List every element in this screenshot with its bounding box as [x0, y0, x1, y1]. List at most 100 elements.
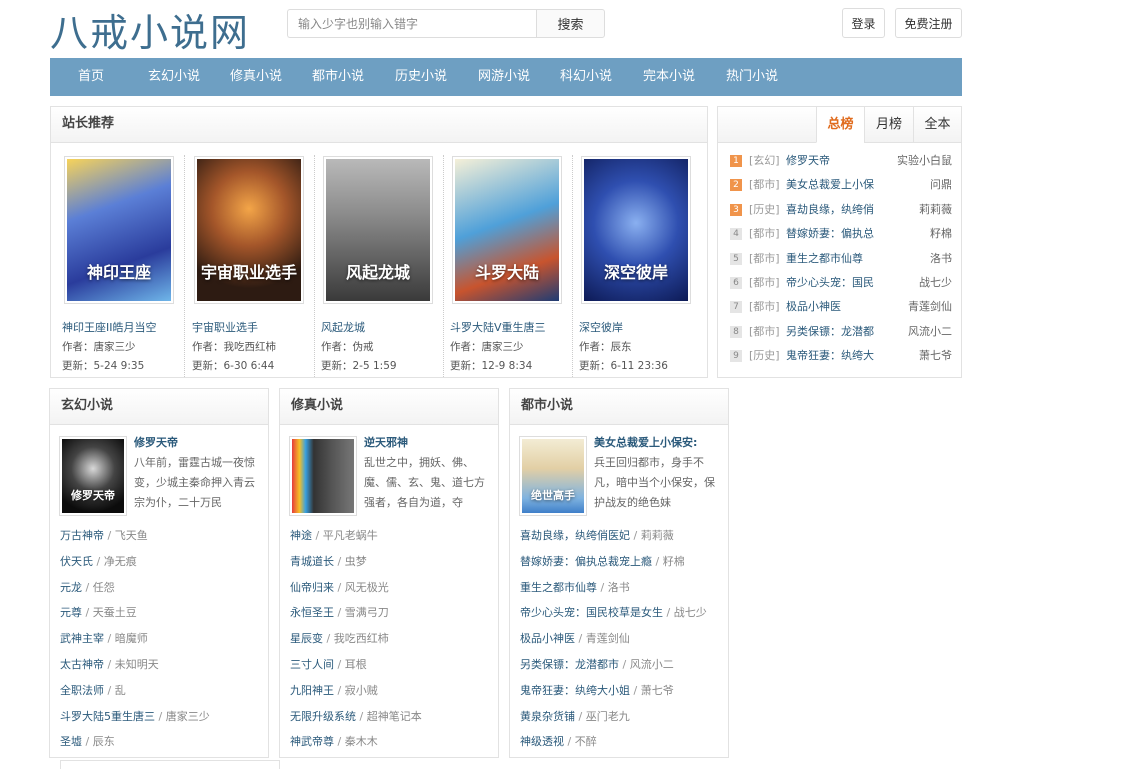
list-book-name[interactable]: 武神主宰	[60, 632, 104, 645]
list-author[interactable]: 风无极光	[345, 581, 389, 594]
list-author[interactable]: 乱	[115, 684, 126, 697]
search-input[interactable]	[287, 9, 536, 38]
list-book-name[interactable]: 另类保镖：龙潜都市	[520, 658, 619, 671]
list-book-name[interactable]: 伏天氏	[60, 555, 93, 568]
list-book-name[interactable]: 鬼帝狂妻：纨绔大小姐	[520, 684, 630, 697]
rank-row[interactable]: 2 [都市] 美女总裁爱上小保 问鼎	[730, 173, 952, 197]
rank-category[interactable]: [玄幻]	[749, 149, 780, 173]
list-author[interactable]: 莉莉薇	[641, 529, 674, 542]
rank-book-name[interactable]: 重生之都市仙尊	[786, 247, 878, 271]
rank-book-name[interactable]: 修罗天帝	[786, 149, 878, 173]
rank-author[interactable]: 实验小白鼠	[897, 149, 952, 173]
author-name[interactable]: 辰东	[611, 341, 632, 353]
list-author[interactable]: 萧七爷	[641, 684, 674, 697]
rank-book-name[interactable]: 美女总裁爱上小保	[786, 173, 878, 197]
list-author[interactable]: 虫梦	[345, 555, 367, 568]
rank-book-name[interactable]: 帝少心头宠：国民	[786, 271, 878, 295]
register-button[interactable]: 免费注册	[895, 8, 962, 38]
list-book-name[interactable]: 元尊	[60, 606, 82, 619]
rank-category[interactable]: [都市]	[749, 222, 780, 246]
list-book-name[interactable]: 斗罗大陆5重生唐三	[60, 710, 155, 723]
list-book-name[interactable]: 星辰变	[290, 632, 323, 645]
rank-author[interactable]: 莉莉薇	[919, 198, 952, 222]
login-button[interactable]: 登录	[842, 8, 885, 38]
rank-row[interactable]: 3 [历史] 喜劫良缘，纨绔俏 莉莉薇	[730, 198, 952, 222]
list-author[interactable]: 我吃西红柿	[334, 632, 389, 645]
list-book-name[interactable]: 三寸人间	[290, 658, 334, 671]
list-book-name[interactable]: 帝少心头宠：国民校草是女生	[520, 606, 663, 619]
list-book-name[interactable]: 神级透视	[520, 735, 564, 748]
rank-category[interactable]: [都市]	[749, 320, 780, 344]
featured-cover[interactable]	[289, 436, 357, 516]
nav-dushi[interactable]: 都市小说	[312, 58, 364, 96]
nav-xiuzhen[interactable]: 修真小说	[230, 58, 282, 96]
rank-row[interactable]: 5 [都市] 重生之都市仙尊 洛书	[730, 247, 952, 271]
category-title[interactable]: 都市小说	[510, 389, 728, 425]
list-book-name[interactable]: 喜劫良缘，纨绔俏医妃	[520, 529, 630, 542]
tab-finished[interactable]: 全本	[913, 107, 961, 143]
rank-row[interactable]: 9 [历史] 鬼帝狂妻：纨绔大 萧七爷	[730, 344, 952, 368]
list-book-name[interactable]: 太古神帝	[60, 658, 104, 671]
rank-author[interactable]: 青莲剑仙	[908, 295, 952, 319]
category-title[interactable]: 玄幻小说	[50, 389, 268, 425]
nav-lishi[interactable]: 历史小说	[395, 58, 447, 96]
list-author[interactable]: 不醉	[575, 735, 597, 748]
rank-author[interactable]: 问鼎	[930, 173, 952, 197]
list-author[interactable]: 青莲剑仙	[586, 632, 630, 645]
book-title[interactable]: 神印王座II皓月当空	[62, 319, 157, 335]
list-book-name[interactable]: 永恒圣王	[290, 606, 334, 619]
list-author[interactable]: 暗魔师	[115, 632, 148, 645]
rank-row[interactable]: 1 [玄幻] 修罗天帝 实验小白鼠	[730, 149, 952, 173]
nav-remen[interactable]: 热门小说	[726, 58, 778, 96]
list-author[interactable]: 超神笔记本	[367, 710, 422, 723]
featured-book[interactable]: 逆天邪神 乱世之中，拥妖、佛、魔、儒、玄、鬼、道七方强者，各自为道，夺	[289, 433, 491, 523]
rank-author[interactable]: 战七少	[919, 271, 952, 295]
list-author[interactable]: 耳根	[345, 658, 367, 671]
rank-category[interactable]: [历史]	[749, 198, 780, 222]
rank-book-name[interactable]: 另类保镖：龙潜都	[786, 320, 878, 344]
book-title[interactable]: 斗罗大陆V重生唐三	[450, 319, 546, 335]
featured-title[interactable]: 逆天邪神	[364, 434, 408, 450]
nav-kehuan[interactable]: 科幻小说	[560, 58, 612, 96]
list-author[interactable]: 未知明天	[115, 658, 159, 671]
rank-row[interactable]: 7 [都市] 极品小神医 青莲剑仙	[730, 295, 952, 319]
list-book-name[interactable]: 元龙	[60, 581, 82, 594]
tab-monthly[interactable]: 月榜	[864, 107, 913, 143]
list-book-name[interactable]: 神途	[290, 529, 312, 542]
rank-category[interactable]: [历史]	[749, 344, 780, 368]
list-author[interactable]: 秦木木	[345, 735, 378, 748]
list-book-name[interactable]: 青城道长	[290, 555, 334, 568]
rank-author[interactable]: 风流小二	[908, 320, 952, 344]
featured-book[interactable]: 绝世高手 美女总裁爱上小保安: 兵王回归都市，身手不凡，暗中当个小保安，保护战友的绝…	[519, 433, 721, 523]
list-author[interactable]: 风流小二	[630, 658, 674, 671]
rank-book-name[interactable]: 喜劫良缘，纨绔俏	[786, 198, 878, 222]
list-book-name[interactable]: 九阳神王	[290, 684, 334, 697]
nav-wangyou[interactable]: 网游小说	[478, 58, 530, 96]
list-book-name[interactable]: 全职法师	[60, 684, 104, 697]
featured-book[interactable]: 修罗天帝 修罗天帝 八年前，雷霆古城一夜惊变，少城主秦命押入青云宗为仆，二十万民	[59, 433, 261, 523]
rank-book-name[interactable]: 替嫁娇妻：偏执总	[786, 222, 878, 246]
book-cover[interactable]: 深空彼岸	[581, 156, 691, 304]
list-author[interactable]: 唐家三少	[166, 710, 210, 723]
rank-author[interactable]: 籽棉	[930, 222, 952, 246]
book-title[interactable]: 宇宙职业选手	[192, 319, 258, 335]
author-name[interactable]: 我吃西红柿	[224, 341, 277, 353]
book-cover[interactable]: 斗罗大陆	[452, 156, 562, 304]
list-book-name[interactable]: 替嫁娇妻：偏执总裁宠上瘾	[520, 555, 652, 568]
list-author[interactable]: 雪满弓刀	[345, 606, 389, 619]
list-book-name[interactable]: 神武帝尊	[290, 735, 334, 748]
book-title[interactable]: 风起龙城	[321, 319, 365, 335]
list-author[interactable]: 任怨	[93, 581, 115, 594]
list-author[interactable]: 辰东	[93, 735, 115, 748]
featured-title[interactable]: 修罗天帝	[134, 434, 178, 450]
list-book-name[interactable]: 仙帝归来	[290, 581, 334, 594]
featured-title[interactable]: 美女总裁爱上小保安:	[594, 434, 697, 450]
nav-xuanhuan[interactable]: 玄幻小说	[148, 58, 200, 96]
nav-wanben[interactable]: 完本小说	[643, 58, 695, 96]
list-author[interactable]: 净无痕	[104, 555, 137, 568]
list-book-name[interactable]: 黄泉杂货铺	[520, 710, 575, 723]
list-author[interactable]: 洛书	[608, 581, 630, 594]
rank-row[interactable]: 4 [都市] 替嫁娇妻：偏执总 籽棉	[730, 222, 952, 246]
rank-author[interactable]: 萧七爷	[919, 344, 952, 368]
site-logo[interactable]: 八戒小说网	[50, 2, 250, 57]
